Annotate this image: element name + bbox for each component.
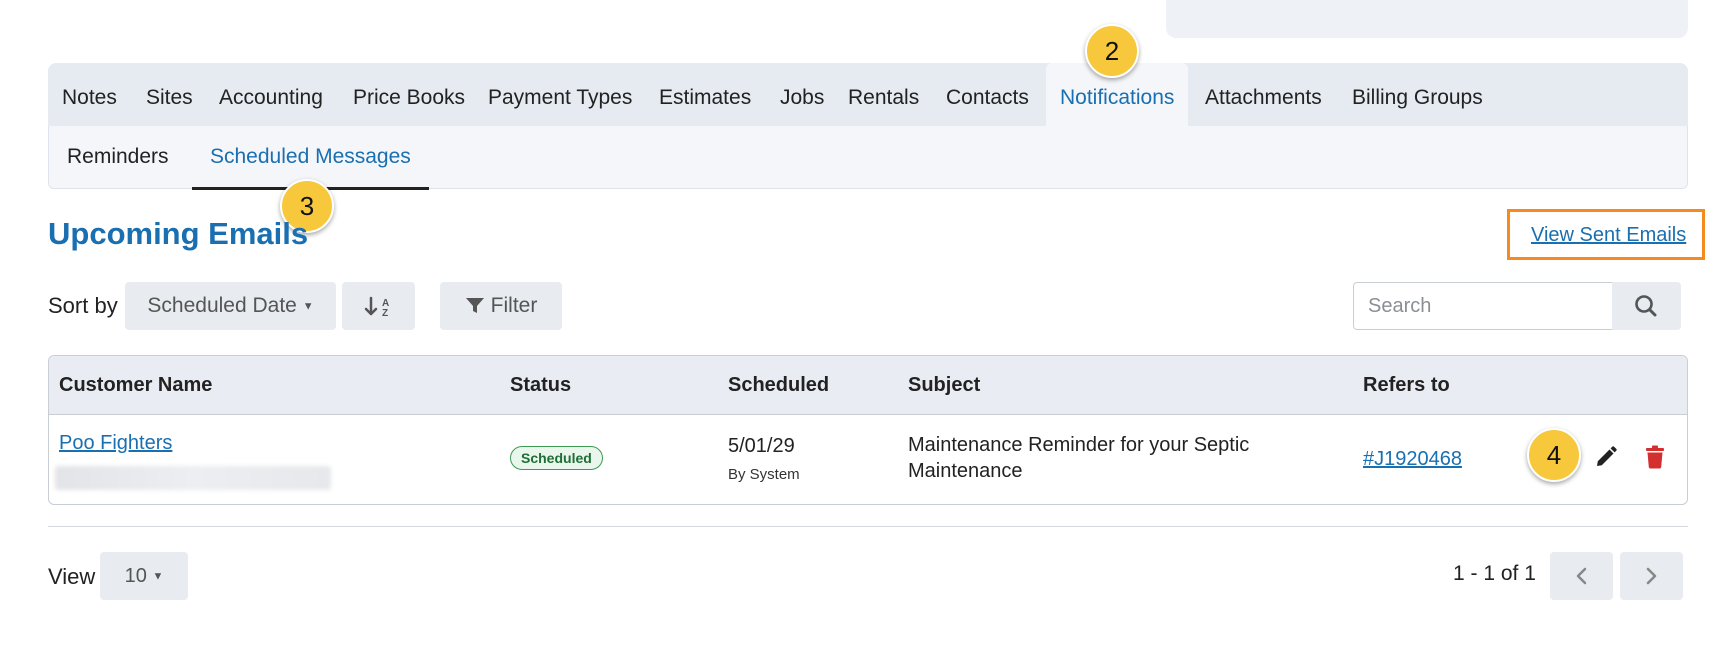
primary-tabs: Notes Sites Accounting Price Books Payme… [48,63,1688,126]
search-icon [1635,295,1657,317]
pencil-icon [1597,446,1617,466]
emails-table: Customer Name Status Scheduled Subject R… [48,355,1688,505]
filter-button[interactable]: Filter [440,282,562,330]
callout-marker-4: 4 [1527,428,1581,482]
tab-price-books[interactable]: Price Books [339,63,479,126]
filter-icon [465,298,484,314]
view-sent-emails-link[interactable]: View Sent Emails [1531,224,1686,247]
subtab-reminders[interactable]: Reminders [49,126,187,186]
page-title: Upcoming Emails [48,216,309,251]
footer-divider [48,526,1688,527]
top-card [1166,0,1688,38]
tab-notes[interactable]: Notes [48,63,131,126]
pagination-summary: 1 - 1 of 1 [1453,562,1536,585]
caret-down-icon: ▼ [152,570,164,583]
delete-button[interactable] [1644,445,1666,469]
column-header-status[interactable]: Status [510,374,571,397]
sort-field-dropdown[interactable]: Scheduled Date ▼ [125,282,336,330]
subject-line-2: Maintenance [908,460,1023,482]
previous-page-button[interactable] [1550,552,1613,600]
search-input[interactable]: Search [1353,282,1626,330]
table-header: Customer Name Status Scheduled Subject R… [49,356,1687,415]
svg-text:Z: Z [382,308,388,319]
tab-payment-types[interactable]: Payment Types [474,63,646,126]
secondary-tabs: Reminders Scheduled Messages [48,126,1688,190]
scheduled-date: 5/01/29 [728,435,795,457]
tab-sites[interactable]: Sites [132,63,207,126]
filter-label: Filter [490,294,538,318]
chevron-left-icon [1576,567,1587,585]
trash-icon [1646,445,1664,469]
tab-billing-groups[interactable]: Billing Groups [1338,63,1497,126]
tab-contacts[interactable]: Contacts [932,63,1043,126]
subject-line-1: Maintenance Reminder for your Septic [908,434,1250,456]
caret-down-icon: ▼ [302,300,314,313]
job-reference-link[interactable]: #J1920468 [1363,448,1462,471]
scheduled-by: By System [728,466,800,483]
tab-attachments[interactable]: Attachments [1191,63,1336,126]
page-size-dropdown[interactable]: 10 ▼ [100,552,188,600]
sort-direction-button[interactable]: A Z [342,282,415,330]
chevron-right-icon [1646,567,1657,585]
status-badge: Scheduled [510,446,603,470]
sort-field-value: Scheduled Date [147,294,297,317]
next-page-button[interactable] [1620,552,1683,600]
page-size-value: 10 [124,565,147,587]
column-header-subject[interactable]: Subject [908,374,980,397]
sort-icon: A Z [364,296,389,319]
view-label: View [48,564,96,589]
tab-estimates[interactable]: Estimates [645,63,765,126]
column-header-scheduled[interactable]: Scheduled [728,374,829,397]
column-header-refers-to[interactable]: Refers to [1363,374,1450,397]
customer-name-link[interactable]: Poo Fighters [59,432,172,455]
tab-accounting[interactable]: Accounting [205,63,337,126]
tab-rentals[interactable]: Rentals [834,63,933,126]
redacted-customer-detail [55,466,331,490]
tab-jobs[interactable]: Jobs [766,63,838,126]
column-header-customer-name[interactable]: Customer Name [59,374,212,397]
callout-marker-2: 2 [1085,24,1139,78]
edit-button[interactable] [1594,445,1618,469]
sort-by-label: Sort by [48,293,118,318]
search-button[interactable] [1612,282,1681,330]
